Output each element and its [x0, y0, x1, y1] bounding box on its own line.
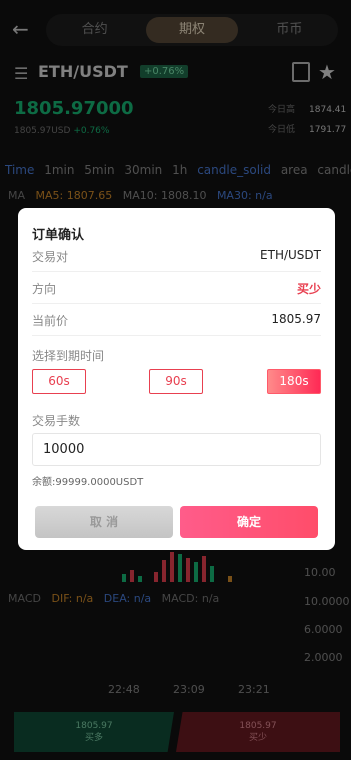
row-key: 交易对 [32, 250, 69, 264]
balance-text: 余额:99999.0000USDT [32, 477, 144, 488]
options-trading-page: ← 合约 期权 币币 ☰ ETH/USDT +0.76% ★ 1805.9700… [0, 0, 351, 760]
row-pair: 交易对 ETH/USDT [32, 242, 321, 272]
dialog-title: 订单确认 [32, 228, 85, 243]
row-key: 方向 [32, 282, 57, 296]
cancel-button[interactable]: 取 消 [35, 506, 173, 538]
row-current-price: 当前价 1805.97 [32, 306, 321, 336]
expiry-option-180s[interactable]: 180s [267, 369, 321, 394]
row-value: 1805.97 [271, 312, 321, 326]
row-value: ETH/USDT [260, 248, 321, 262]
row-key: 当前价 [32, 314, 69, 328]
confirm-button[interactable]: 确定 [180, 506, 318, 538]
order-confirm-dialog: 订单确认 交易对 ETH/USDT 方向 买少 当前价 1805.97 选择到期… [18, 208, 335, 550]
row-direction: 方向 买少 [32, 274, 321, 304]
row-value: 买少 [296, 282, 321, 296]
expiry-label: 选择到期时间 [32, 349, 105, 363]
expiry-option-90s[interactable]: 90s [149, 369, 203, 394]
expiry-option-60s[interactable]: 60s [32, 369, 86, 394]
amount-label: 交易手数 [32, 414, 81, 428]
amount-input[interactable]: 10000 [32, 433, 321, 466]
